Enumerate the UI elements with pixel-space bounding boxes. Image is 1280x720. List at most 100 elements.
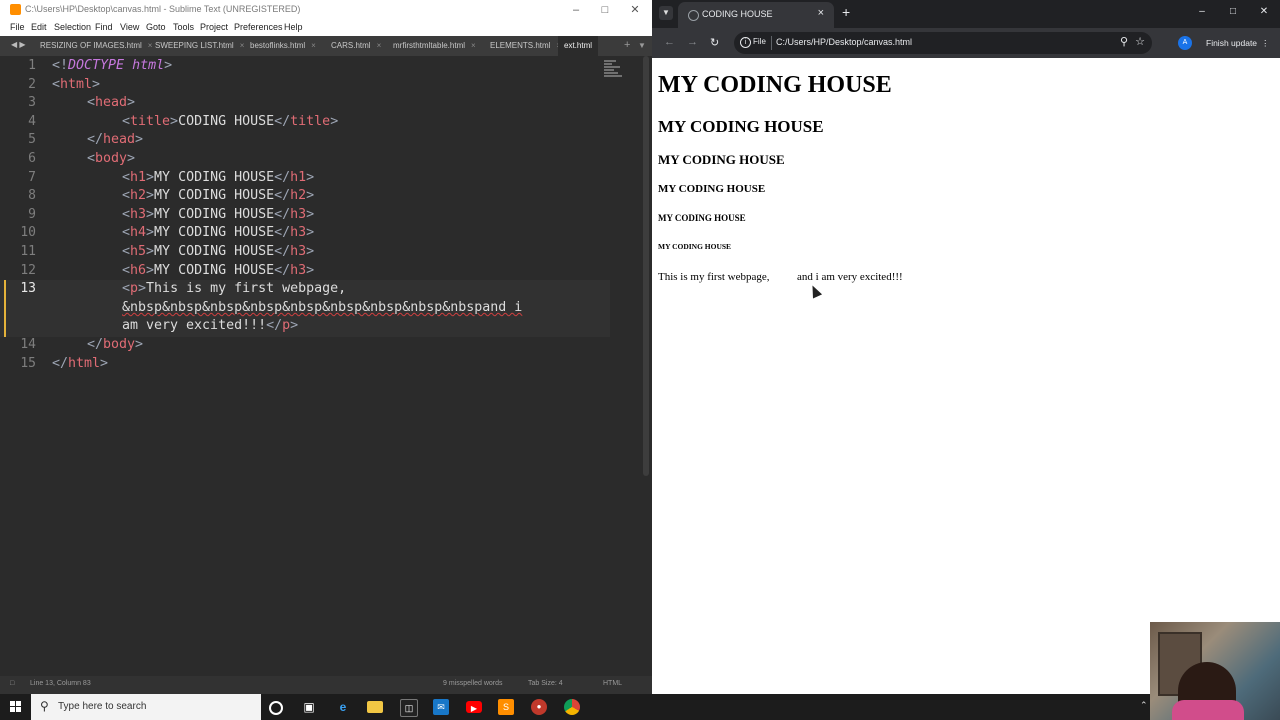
tab-resizing-of-images[interactable]: RESIZING OF IMAGES.html ×	[40, 36, 152, 56]
tab-dropdown-icon[interactable]: ▼	[638, 41, 646, 50]
tray-chevron-icon[interactable]: ⌃	[1140, 700, 1148, 711]
code-line[interactable]: <h2>MY CODING HOUSE</h2>	[122, 187, 314, 206]
code-line[interactable]: <h4>MY CODING HOUSE</h3>	[122, 224, 314, 243]
new-tab-icon[interactable]: +	[624, 39, 630, 51]
code-punct: <	[122, 244, 131, 259]
chrome-toolbar: ← → ↻ i File C:/Users/HP/Desktop/canvas.…	[652, 28, 1280, 58]
close-icon[interactable]: ✕	[621, 2, 649, 18]
info-icon[interactable]: i	[740, 37, 751, 48]
code-line[interactable]: <title>CODING HOUSE</title>	[122, 113, 338, 132]
file-explorer-icon[interactable]	[367, 701, 383, 713]
code-line[interactable]: <h3>MY CODING HOUSE</h3>	[122, 206, 314, 225]
chrome-icon[interactable]	[564, 699, 580, 715]
address-bar[interactable]: i File C:/Users/HP/Desktop/canvas.html ⚲…	[734, 32, 1152, 54]
tab-close-icon[interactable]: ×	[377, 41, 382, 50]
maximize-icon[interactable]: □	[591, 2, 619, 18]
code-line-current[interactable]: <p>This is my first webpage,	[122, 280, 346, 299]
code-line-wrapped[interactable]: &nbsp&nbsp&nbsp&nbsp&nbsp&nbsp&nbsp&nbsp…	[122, 299, 522, 318]
mail-icon[interactable]: ✉	[433, 699, 449, 715]
close-icon[interactable]: ✕	[1254, 6, 1274, 17]
minimap[interactable]	[604, 60, 624, 78]
code-punct: <	[122, 113, 131, 129]
new-tab-icon[interactable]: +	[842, 4, 850, 20]
code-line-wrapped[interactable]: am very excited!!!</p>	[122, 317, 298, 336]
tab-search-icon[interactable]: ▼	[659, 6, 673, 20]
store-icon[interactable]: ◫	[400, 699, 418, 717]
code-line[interactable]: </body>	[87, 336, 143, 355]
line-number-current: 13	[20, 281, 36, 297]
code-punct: <	[52, 76, 61, 92]
taskbar-search[interactable]: ⚲ Type here to search	[31, 694, 261, 720]
syntax-mode[interactable]: HTML	[603, 680, 622, 687]
code-punct: </	[274, 188, 291, 204]
windows-start-icon[interactable]	[10, 701, 22, 713]
code-line[interactable]: <!DOCTYPE html>	[52, 57, 172, 76]
chrome-tab-title: CODING HOUSE	[702, 9, 773, 19]
menu-view[interactable]: View	[120, 22, 139, 32]
code-tag: html	[68, 355, 101, 371]
tab-elements[interactable]: ELEMENTS.html×	[490, 36, 561, 56]
code-line[interactable]: <h6>MY CODING HOUSE</h3>	[122, 262, 314, 281]
app-icon[interactable]: ●	[531, 699, 547, 715]
bookmark-star-icon[interactable]: ☆	[1135, 35, 1145, 48]
menu-find[interactable]: Find	[95, 22, 113, 32]
code-line[interactable]: </head>	[87, 131, 143, 150]
cortana-icon[interactable]	[269, 701, 283, 715]
minimize-icon[interactable]: –	[562, 2, 590, 18]
profile-avatar[interactable]: A	[1178, 36, 1192, 50]
code-line[interactable]: <h1>MY CODING HOUSE</h1>	[122, 169, 314, 188]
menu-file[interactable]: File	[10, 22, 25, 32]
edge-icon[interactable]: e	[335, 699, 351, 715]
more-menu-icon[interactable]: ⋮	[1261, 38, 1270, 48]
tab-canvas-active[interactable]: ext.html	[558, 36, 599, 56]
tab-nav-arrows-icon[interactable]: ◀ ▶	[11, 40, 26, 49]
task-view-icon[interactable]: ▣	[301, 699, 317, 715]
menu-help[interactable]: Help	[284, 22, 303, 32]
menu-tools[interactable]: Tools	[173, 22, 194, 32]
url-text[interactable]: C:/Users/HP/Desktop/canvas.html	[776, 37, 912, 47]
code-line[interactable]: <head>	[87, 94, 135, 113]
tab-close-icon[interactable]: ×	[471, 41, 476, 50]
code-punct: </	[52, 355, 69, 371]
forward-icon[interactable]: →	[687, 36, 698, 48]
tab-cars[interactable]: CARS.html ×	[331, 36, 381, 56]
tab-close-icon[interactable]: ×	[311, 41, 316, 50]
tab-label: bestoflinks.html	[250, 41, 306, 50]
code-line[interactable]: </html>	[52, 355, 108, 374]
panel-toggle-icon[interactable]: □	[10, 680, 14, 687]
code-punct: >	[306, 225, 315, 241]
code-tag: h2	[130, 188, 147, 204]
tab-close-icon[interactable]: ×	[818, 7, 824, 19]
code-tag: head	[103, 132, 136, 148]
youtube-icon[interactable]: ▶	[466, 701, 482, 713]
tab-close-icon[interactable]: ×	[148, 41, 153, 50]
code-punct: </	[274, 169, 291, 185]
tab-sweeping-list[interactable]: SWEEPING LIST.html ×	[155, 36, 244, 56]
code-punct: >	[306, 262, 315, 278]
code-line[interactable]: <html>	[52, 76, 100, 95]
back-icon[interactable]: ←	[664, 36, 675, 48]
code-punct: >	[330, 113, 339, 129]
tab-close-icon[interactable]: ×	[240, 41, 245, 50]
minimize-icon[interactable]: –	[1192, 6, 1212, 17]
tab-bestoflinks[interactable]: bestoflinks.html ×	[250, 36, 316, 56]
menu-goto[interactable]: Goto	[146, 22, 166, 32]
zoom-icon[interactable]: ⚲	[1120, 35, 1128, 48]
menu-preferences[interactable]: Preferences	[234, 22, 283, 32]
sublime-icon[interactable]: S	[498, 699, 514, 715]
finish-update-button[interactable]: Finish update ⋮	[1200, 34, 1276, 52]
menu-project[interactable]: Project	[200, 22, 228, 32]
menu-selection[interactable]: Selection	[54, 22, 91, 32]
maximize-icon[interactable]: □	[1223, 6, 1243, 17]
reload-icon[interactable]: ↻	[710, 36, 719, 49]
menu-edit[interactable]: Edit	[31, 22, 47, 32]
code-line[interactable]: <body>	[87, 150, 135, 169]
code-text: CODING HOUSE	[178, 113, 275, 129]
code-text: am very excited!!!	[122, 318, 267, 334]
chrome-tab[interactable]: CODING HOUSE ×	[678, 2, 834, 28]
sublime-app-icon	[10, 4, 21, 15]
editor-scrollbar[interactable]	[643, 56, 649, 476]
code-line[interactable]: <h5>MY CODING HOUSE</h3>	[122, 243, 314, 262]
tab-size[interactable]: Tab Size: 4	[528, 680, 563, 687]
tab-mrfirsthtmltable[interactable]: mrfirsthtmltable.html ×	[393, 36, 476, 56]
